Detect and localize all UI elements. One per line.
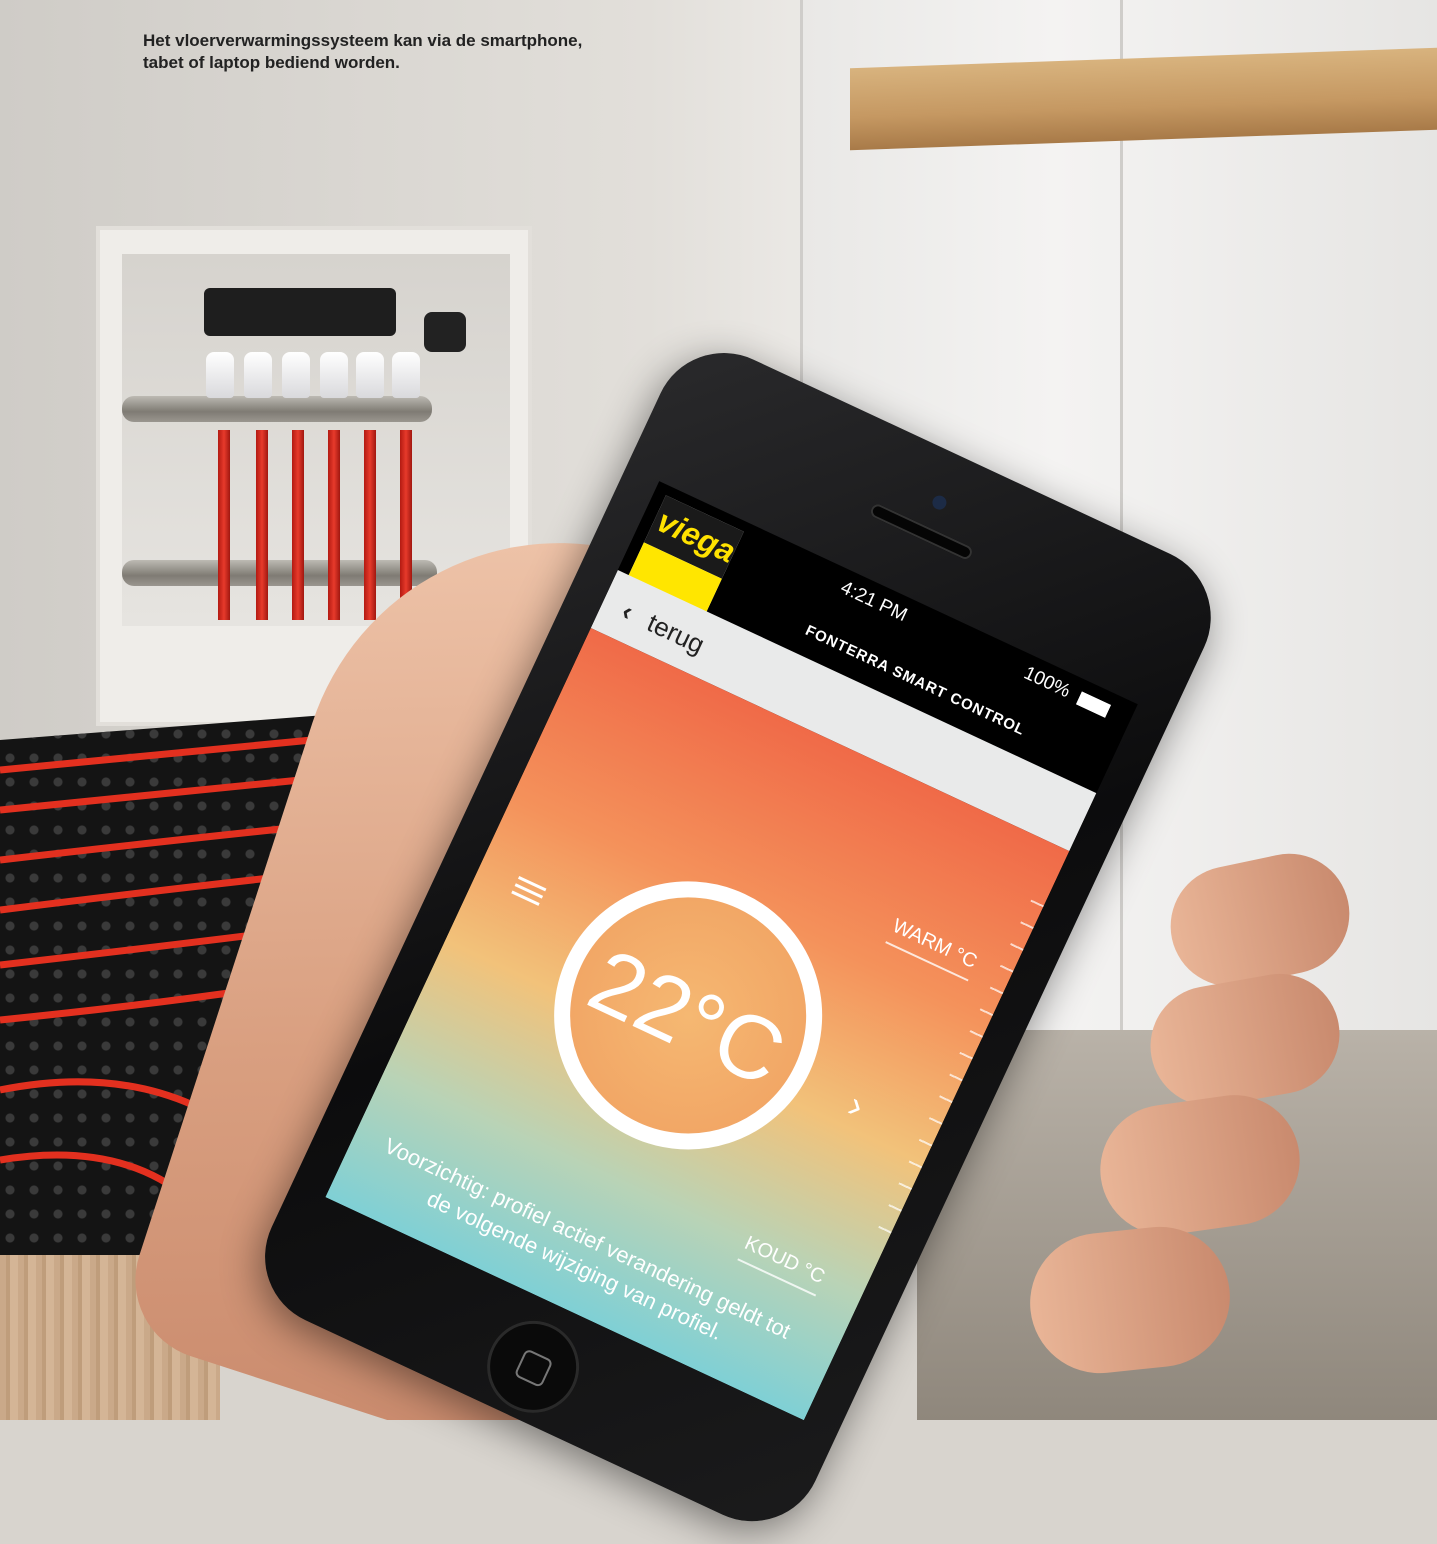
caption-line-1: Het vloerverwarmingssysteem kan via de s… (143, 31, 583, 50)
temperature-value: 22°C (574, 930, 800, 1106)
profile-notice: Voorzichtig: profiel actief verandering … (380, 1132, 795, 1346)
manifold-lower (122, 560, 437, 586)
actuator-valve (392, 352, 420, 398)
back-label: terug (642, 607, 710, 660)
temperature-dial[interactable]: 22°C (510, 837, 867, 1194)
home-square (513, 1348, 554, 1389)
actuator-valve (320, 352, 348, 398)
chevron-right-icon[interactable]: › (841, 1084, 870, 1128)
actuator-valve (206, 352, 234, 398)
actuator-valve (282, 352, 310, 398)
actuator-valve (244, 352, 272, 398)
battery-icon (1076, 691, 1111, 718)
chevron-left-icon: ‹ (617, 595, 639, 627)
cold-label[interactable]: KOUD °C (737, 1232, 829, 1297)
red-pipe (218, 430, 230, 620)
red-pipe (328, 430, 340, 620)
manifold-upper (122, 396, 432, 422)
warm-label[interactable]: WARM °C (885, 914, 981, 982)
caption-line-2: tabet of laptop bediend worden. (143, 53, 400, 72)
actuator-valve (356, 352, 384, 398)
hamburger-icon[interactable] (509, 871, 548, 910)
controller-box (204, 288, 396, 336)
red-pipe (256, 430, 268, 620)
earpiece (868, 502, 975, 562)
red-pipe (292, 430, 304, 620)
photo-caption: Het vloerverwarmingssysteem kan via de s… (143, 30, 763, 74)
wireless-sensor (424, 312, 466, 352)
red-pipe (364, 430, 376, 620)
front-camera (930, 493, 949, 512)
cabinet-seam (1120, 0, 1123, 1040)
